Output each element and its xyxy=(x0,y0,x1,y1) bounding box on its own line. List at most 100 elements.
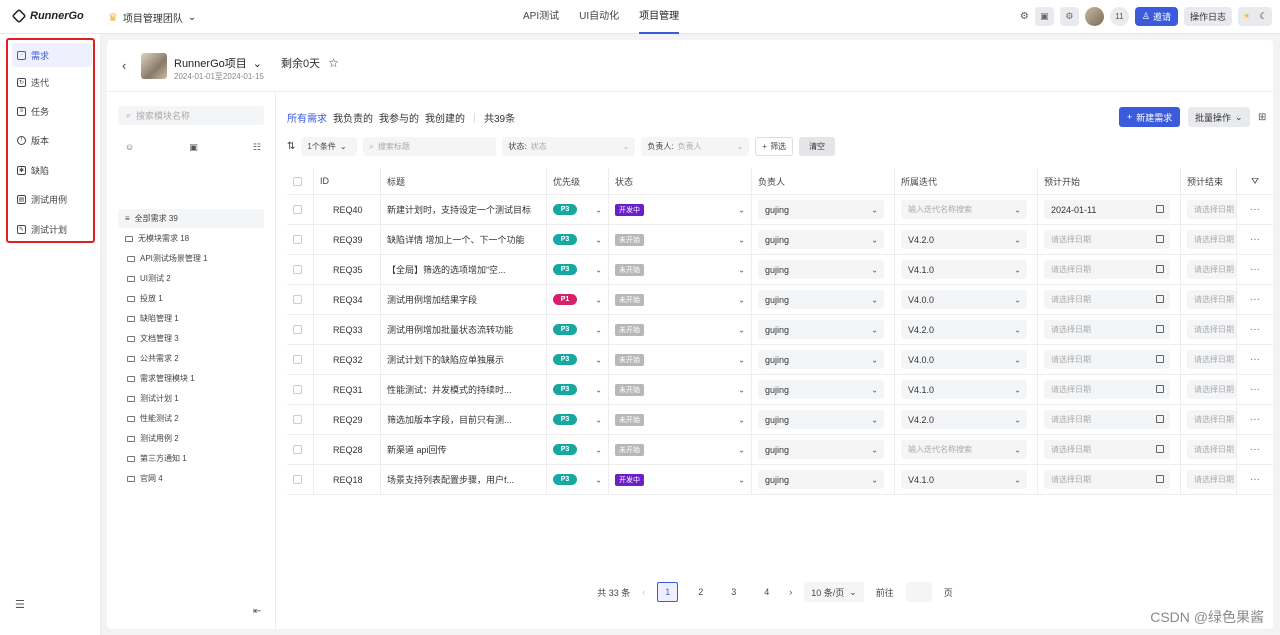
iteration-select[interactable]: V4.0.0 ⌄ xyxy=(901,290,1027,309)
sort-icon[interactable]: ⇅ xyxy=(287,141,295,152)
owner-select[interactable]: gujing ⌄ xyxy=(758,380,884,399)
start-date-picker[interactable]: 请选择日期 xyxy=(1044,320,1170,339)
prev-page-icon[interactable]: ‹ xyxy=(642,587,645,597)
row-checkbox[interactable] xyxy=(293,385,302,394)
sidebar-collapse-icon[interactable]: ☰ xyxy=(15,598,25,611)
row-more-icon[interactable]: ··· xyxy=(1237,375,1273,404)
owner-select[interactable]: gujing ⌄ xyxy=(758,290,884,309)
tree-item[interactable]: API测试场景管理 1 xyxy=(118,249,264,268)
page-size-select[interactable]: 10 条/页 ⌄ xyxy=(804,582,864,602)
tab-created[interactable]: 我创建的 xyxy=(425,110,465,125)
row-checkbox[interactable] xyxy=(293,445,302,454)
cell-title[interactable]: 测试用例增加批量状态流转功能 xyxy=(381,315,547,344)
table-row[interactable]: REQ34 测试用例增加结果字段 P1 ⌄ 未开始 ⌄ gujing ⌄ V4.0.0 ⌄ 请选择日… xyxy=(287,285,1273,315)
end-date-picker[interactable]: 请选择日期 xyxy=(1187,350,1236,369)
row-more-icon[interactable]: ··· xyxy=(1237,435,1273,464)
team-switcher[interactable]: ♛ 项目管理团队 ⌄ xyxy=(108,10,196,25)
cell-status[interactable]: 未开始 ⌄ xyxy=(609,375,752,404)
cell-title[interactable]: 新建计划时，支持设定一个测试目标 xyxy=(381,195,547,224)
row-more-icon[interactable]: ··· xyxy=(1237,225,1273,254)
list-collapse-icon[interactable]: ☷ xyxy=(253,142,261,153)
cell-title[interactable]: 新渠道 api回传 xyxy=(381,435,547,464)
goto-page-input[interactable] xyxy=(905,582,932,602)
operation-log-button[interactable]: 操作日志 xyxy=(1183,7,1232,26)
table-row[interactable]: REQ35 【全局】筛选的选项增加“空... P3 ⌄ 未开始 ⌄ gujing ⌄ V4.1.… xyxy=(287,255,1273,285)
cell-status[interactable]: 未开始 ⌄ xyxy=(609,345,752,374)
cell-priority[interactable]: P3 ⌄ xyxy=(547,315,609,344)
cell-title[interactable]: 【全局】筛选的选项增加“空... xyxy=(381,255,547,284)
cell-priority[interactable]: P3 ⌄ xyxy=(547,375,609,404)
row-checkbox[interactable] xyxy=(293,355,302,364)
table-row[interactable]: REQ40 新建计划时，支持设定一个测试目标 P3 ⌄ 开发中 ⌄ gujing ⌄ 输入迭代名… xyxy=(287,195,1273,225)
page-2[interactable]: 2 xyxy=(690,582,711,602)
start-date-picker[interactable]: 请选择日期 xyxy=(1044,350,1170,369)
start-date-picker[interactable]: 请选择日期 xyxy=(1044,440,1170,459)
member-count[interactable]: 11 xyxy=(1109,7,1129,26)
tree-item[interactable]: 测试计划 1 xyxy=(118,389,264,408)
table-row[interactable]: REQ39 缺陷详情 增加上一个、下一个功能 P3 ⌄ 未开始 ⌄ gujing ⌄ V4.2.… xyxy=(287,225,1273,255)
cell-status[interactable]: 未开始 ⌄ xyxy=(609,285,752,314)
sidebar-item-requirements[interactable]: · 需求 xyxy=(12,43,92,67)
tree-item[interactable]: 文档管理 3 xyxy=(118,329,264,348)
tab-mine[interactable]: 我负责的 xyxy=(333,110,373,125)
cell-status[interactable]: 未开始 ⌄ xyxy=(609,255,752,284)
iteration-select[interactable]: V4.2.0 ⌄ xyxy=(901,230,1027,249)
table-row[interactable]: REQ31 性能测试：并发模式的持续时... P3 ⌄ 未开始 ⌄ gujing ⌄ V4.1.… xyxy=(287,375,1273,405)
row-checkbox[interactable] xyxy=(293,265,302,274)
invite-button[interactable]: ♙ 邀请 xyxy=(1134,7,1178,26)
collapse-panel-icon[interactable]: ⇤ xyxy=(253,606,261,617)
table-row[interactable]: REQ28 新渠道 api回传 P3 ⌄ 未开始 ⌄ gujing ⌄ 输入迭代名称搜索 ⌄ 请选择… xyxy=(287,435,1273,465)
settings-icon[interactable]: ⚙ xyxy=(1059,7,1079,26)
cell-title[interactable]: 场景支持列表配置步骤，用户f... xyxy=(381,465,547,494)
row-checkbox[interactable] xyxy=(293,415,302,424)
column-filter-icon[interactable]: ⛛ xyxy=(1237,168,1273,194)
cell-priority[interactable]: P3 ⌄ xyxy=(547,465,609,494)
sidebar-item-tasks[interactable]: ≡ 任务 xyxy=(12,99,92,123)
cell-title[interactable]: 测试用例增加结果字段 xyxy=(381,285,547,314)
iteration-select[interactable]: V4.1.0 ⌄ xyxy=(901,260,1027,279)
iteration-select[interactable]: V4.2.0 ⌄ xyxy=(901,410,1027,429)
clear-button[interactable]: 清空 xyxy=(799,137,836,156)
comment-icon[interactable]: ☺ xyxy=(125,142,134,153)
start-date-picker[interactable]: 请选择日期 xyxy=(1044,380,1170,399)
nav-project-management[interactable]: 项目管理 xyxy=(639,0,680,34)
tree-item[interactable]: 需求管理模块 1 xyxy=(118,369,264,388)
col-id[interactable]: ID xyxy=(314,168,381,194)
cell-status[interactable]: 开发中 ⌄ xyxy=(609,195,752,224)
cell-priority[interactable]: P3 ⌄ xyxy=(547,405,609,434)
cell-status[interactable]: 未开始 ⌄ xyxy=(609,405,752,434)
sidebar-item-test-plans[interactable]: ✎ 测试计划 xyxy=(12,217,92,241)
iteration-select[interactable]: V4.1.0 ⌄ xyxy=(901,470,1027,489)
tree-item[interactable]: 公共需求 2 xyxy=(118,349,264,368)
owner-select[interactable]: gujing ⌄ xyxy=(758,200,884,219)
row-checkbox[interactable] xyxy=(293,475,302,484)
nav-api-test[interactable]: API测试 xyxy=(523,0,559,34)
row-checkbox[interactable] xyxy=(293,235,302,244)
owner-select[interactable]: gujing ⌄ xyxy=(758,230,884,249)
app-logo[interactable]: RunnerGo xyxy=(11,8,84,24)
start-date-picker[interactable]: 请选择日期 xyxy=(1044,290,1170,309)
nav-ui-automation[interactable]: UI自动化 xyxy=(579,0,619,34)
tree-item[interactable]: 第三方通知 1 xyxy=(118,449,264,468)
star-icon[interactable]: ☆ xyxy=(328,56,339,70)
page-4[interactable]: 4 xyxy=(756,582,777,602)
row-more-icon[interactable]: ··· xyxy=(1237,405,1273,434)
back-arrow-icon[interactable]: ‹ xyxy=(122,58,126,73)
cell-priority[interactable]: P3 ⌄ xyxy=(547,435,609,464)
tree-item[interactable]: 缺陷管理 1 xyxy=(118,309,264,328)
table-row[interactable]: REQ33 测试用例增加批量状态流转功能 P3 ⌄ 未开始 ⌄ gujing ⌄ V4.2.0 ⌄… xyxy=(287,315,1273,345)
start-date-picker[interactable]: 请选择日期 xyxy=(1044,470,1170,489)
cell-status[interactable]: 开发中 ⌄ xyxy=(609,465,752,494)
end-date-picker[interactable]: 请选择日期 xyxy=(1187,290,1236,309)
row-more-icon[interactable]: ··· xyxy=(1237,195,1273,224)
owner-select[interactable]: gujing ⌄ xyxy=(758,350,884,369)
table-row[interactable]: REQ32 测试计划下的缺陷应单独展示 P3 ⌄ 未开始 ⌄ gujing ⌄ V4.0.0 ⌄ 请… xyxy=(287,345,1273,375)
end-date-picker[interactable]: 请选择日期 xyxy=(1187,230,1236,249)
row-more-icon[interactable]: ··· xyxy=(1237,255,1273,284)
tree-item-no-module[interactable]: 无模块需求 18 xyxy=(118,229,264,248)
batch-operation-button[interactable]: 批量操作 ⌄ xyxy=(1188,107,1250,127)
iteration-select[interactable]: 输入迭代名称搜索 ⌄ xyxy=(901,200,1027,219)
folder-add-icon[interactable]: ▣ xyxy=(189,142,198,153)
cell-status[interactable]: 未开始 ⌄ xyxy=(609,435,752,464)
iteration-select[interactable]: V4.0.0 ⌄ xyxy=(901,350,1027,369)
